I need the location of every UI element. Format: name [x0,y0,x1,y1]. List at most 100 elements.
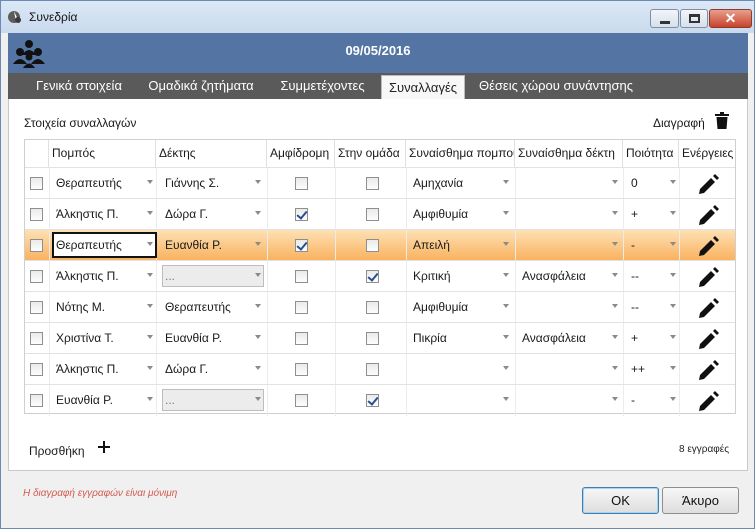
row-select-checkbox[interactable] [30,239,43,252]
chevron-down-icon[interactable] [147,273,153,277]
column-header-sender[interactable]: Πομπός [49,140,156,167]
sender-cell[interactable]: Θεραπευτής [56,230,122,261]
chevron-down-icon[interactable] [612,335,618,339]
receiver-cell[interactable]: Ευανθία Ρ. [165,323,222,354]
chevron-down-icon[interactable] [503,211,509,215]
quality-cell[interactable]: - [631,230,635,261]
pencil-icon[interactable] [698,297,720,319]
sender-emotion-cell[interactable]: Αμφιθυμία [413,199,468,230]
quality-cell[interactable]: - [631,385,635,416]
chevron-down-icon[interactable] [255,304,261,308]
in-group-checkbox[interactable] [366,239,379,252]
chevron-down-icon[interactable] [255,211,261,215]
chevron-down-icon[interactable] [147,242,153,246]
tab-group-issues[interactable]: Ομαδικά ζητήματα [140,73,262,99]
receiver-cell[interactable]: Γιάννης Σ. [165,168,219,199]
add-button[interactable]: Προσθήκη [29,444,85,458]
sender-emotion-cell[interactable]: Αμφιθυμία [413,292,468,323]
chevron-down-icon[interactable] [670,366,676,370]
chevron-down-icon[interactable] [503,366,509,370]
table-row[interactable]: Θεραπευτής Ευανθία Ρ. Απειλή - [25,229,735,261]
in-group-checkbox[interactable] [366,177,379,190]
column-header-in-group[interactable]: Στην ομάδα [335,140,406,167]
quality-cell[interactable]: ++ [631,354,645,385]
in-group-checkbox[interactable] [366,208,379,221]
delete-button[interactable]: Διαγραφή [653,116,705,130]
chevron-down-icon[interactable] [255,366,261,370]
chevron-down-icon[interactable] [670,211,676,215]
chevron-down-icon[interactable] [670,335,676,339]
sender-cell[interactable]: Νότης Μ. [56,292,105,323]
pencil-icon[interactable] [698,204,720,226]
in-group-checkbox[interactable] [366,332,379,345]
pencil-icon[interactable] [698,328,720,350]
chevron-down-icon[interactable] [147,335,153,339]
receiver-emotion-cell[interactable]: Ανασφάλεια [522,323,586,354]
quality-cell[interactable]: -- [631,261,639,292]
table-row[interactable]: Άλκηστις Π. Δώρα Γ. ++ [25,353,735,385]
pencil-icon[interactable] [698,235,720,257]
sender-emotion-cell[interactable]: Απειλή [413,230,450,261]
tab-participants[interactable]: Συμμετέχοντες [266,73,379,99]
chevron-down-icon[interactable] [503,180,509,184]
plus-icon[interactable] [97,440,111,454]
pencil-icon[interactable] [698,390,720,412]
tab-seating[interactable]: Θέσεις χώρου συνάντησης [470,73,642,99]
chevron-down-icon[interactable] [147,397,153,401]
sender-cell[interactable]: Άλκηστις Π. [56,261,119,292]
chevron-down-icon[interactable] [670,180,676,184]
chevron-down-icon[interactable] [670,273,676,277]
trash-icon[interactable] [715,112,729,129]
sender-emotion-cell[interactable]: Πικρία [413,323,447,354]
receiver-cell[interactable]: Δώρα Γ. [165,199,208,230]
quality-cell[interactable]: -- [631,292,639,323]
column-header-receiver[interactable]: Δέκτης [156,140,267,167]
cancel-button[interactable]: Άκυρο [662,487,739,514]
maximize-button[interactable] [680,9,708,28]
column-header-quality[interactable]: Ποιότητα [623,140,679,167]
quality-cell[interactable]: 0 [631,168,638,199]
close-button[interactable]: ✕ [709,9,752,28]
pencil-icon[interactable] [698,266,720,288]
chevron-down-icon[interactable] [147,366,153,370]
quality-cell[interactable]: + [631,323,638,354]
chevron-down-icon[interactable] [612,304,618,308]
row-select-checkbox[interactable] [30,301,43,314]
chevron-down-icon[interactable] [670,397,676,401]
in-group-checkbox[interactable] [366,270,379,283]
chevron-down-icon[interactable] [612,211,618,215]
bidirectional-checkbox[interactable] [295,270,308,283]
pencil-icon[interactable] [698,173,720,195]
sender-emotion-cell[interactable]: Αμηχανία [413,168,463,199]
sender-cell[interactable]: Θεραπευτής [56,168,122,199]
pencil-icon[interactable] [698,359,720,381]
bidirectional-checkbox[interactable] [295,208,308,221]
table-row[interactable]: Θεραπευτής Γιάννης Σ. Αμηχανία 0 [25,167,735,199]
bidirectional-checkbox[interactable] [295,363,308,376]
chevron-down-icon[interactable] [612,242,618,246]
chevron-down-icon[interactable] [255,180,261,184]
minimize-button[interactable] [650,9,679,28]
row-select-checkbox[interactable] [30,177,43,190]
chevron-down-icon[interactable] [147,211,153,215]
table-row[interactable]: Άλκηστις Π.... Κριτική Ανασφάλεια -- [25,260,735,292]
column-header-bidirectional[interactable]: Αμφίδρομη [267,140,335,167]
tab-general[interactable]: Γενικά στοιχεία [20,73,138,99]
title-bar[interactable]: Συνεδρία ✕ [1,1,754,33]
receiver-cell[interactable]: Θεραπευτής [165,292,231,323]
ok-button[interactable]: OK [582,487,659,514]
row-select-checkbox[interactable] [30,363,43,376]
in-group-checkbox[interactable] [366,363,379,376]
receiver-cell[interactable]: Δώρα Γ. [165,354,208,385]
receiver-emotion-cell[interactable]: Ανασφάλεια [522,261,586,292]
in-group-checkbox[interactable] [366,301,379,314]
chevron-down-icon[interactable] [612,180,618,184]
chevron-down-icon[interactable] [503,335,509,339]
row-select-checkbox[interactable] [30,394,43,407]
chevron-down-icon[interactable] [147,180,153,184]
chevron-down-icon[interactable] [503,273,509,277]
bidirectional-checkbox[interactable] [295,332,308,345]
chevron-down-icon[interactable] [612,397,618,401]
chevron-down-icon[interactable] [612,366,618,370]
row-select-checkbox[interactable] [30,208,43,221]
